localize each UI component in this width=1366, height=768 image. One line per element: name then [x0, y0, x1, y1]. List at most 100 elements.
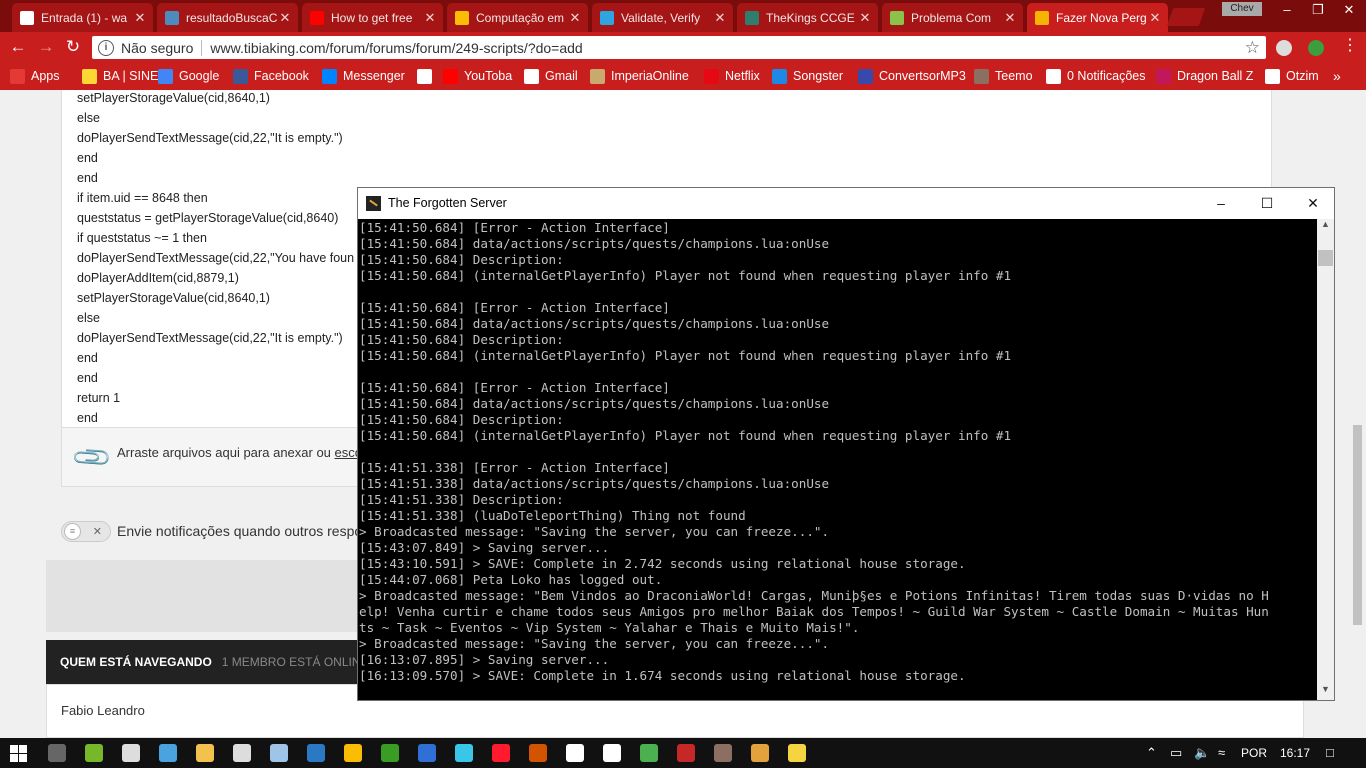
bookmark-8[interactable]: ImperiaOnline	[590, 68, 689, 84]
vscode-icon[interactable]	[307, 744, 325, 762]
bookmark-label: ConvertsorMP3	[879, 69, 966, 83]
bookmark-4[interactable]: Messenger	[322, 68, 405, 84]
utorrent-icon[interactable]	[85, 744, 103, 762]
tab-4[interactable]: Validate, Verify ✕	[592, 3, 733, 32]
tibia-icon[interactable]	[640, 744, 658, 762]
bookmark-13[interactable]: 0 Notificações	[1046, 68, 1146, 84]
tab-close-icon[interactable]: ✕	[858, 10, 872, 26]
tab-7[interactable]: Fazer Nova Perg ✕	[1027, 3, 1168, 32]
scroll-up-icon[interactable]: ▲	[1317, 219, 1334, 235]
creature-icon[interactable]	[714, 744, 732, 762]
apps-grid-icon	[10, 68, 25, 84]
tray-chevron-icon[interactable]: ⌃	[1146, 745, 1157, 761]
tab-close-icon[interactable]: ✕	[278, 10, 292, 26]
bookmarks-overflow-icon[interactable]: »	[1333, 68, 1341, 84]
scroll-down-icon[interactable]: ▼	[1317, 684, 1334, 700]
volume-icon[interactable]: 🔈	[1194, 745, 1210, 761]
console-window[interactable]: The Forgotten Server – ☐ ✕ [15:41:50.684…	[357, 187, 1335, 701]
tab-1[interactable]: resultadoBuscaC ✕	[157, 3, 298, 32]
file-explorer-small-icon[interactable]	[48, 744, 66, 762]
tab-close-icon[interactable]: ✕	[423, 10, 437, 26]
tab-title: Problema Com	[911, 10, 992, 25]
code-line: end	[77, 351, 98, 365]
address-bar[interactable]: i Não seguro www.tibiaking.com/forum/for…	[92, 36, 1266, 59]
info-icon[interactable]: i	[98, 39, 114, 56]
tab-close-icon[interactable]: ✕	[568, 10, 582, 26]
close-window-button[interactable]: ✕	[1334, 0, 1364, 20]
tab-close-icon[interactable]: ✕	[1003, 10, 1017, 26]
clock[interactable]: 16:17	[1280, 746, 1310, 760]
extension-cloud-icon[interactable]	[1276, 40, 1292, 56]
paperclip-icon: 📎	[69, 435, 114, 480]
minimize-button[interactable]: –	[1272, 0, 1302, 20]
calculator-icon[interactable]	[233, 744, 251, 762]
tab-6[interactable]: Problema Com ✕	[882, 3, 1023, 32]
who-is-browsing-title: QUEM ESTÁ NAVEGANDO	[60, 655, 212, 669]
game-icon[interactable]	[529, 744, 547, 762]
bookmark-5[interactable]	[417, 68, 438, 84]
car-icon[interactable]	[677, 744, 695, 762]
tab-close-icon[interactable]: ✕	[1148, 10, 1162, 26]
chrome-menu-icon[interactable]: ⋮	[1340, 37, 1360, 55]
bookmark-12[interactable]: Teemo	[974, 68, 1033, 84]
notifications-icon[interactable]: □	[1326, 745, 1334, 760]
new-tab-button[interactable]	[1166, 8, 1206, 26]
console-close-button[interactable]: ✕	[1290, 188, 1336, 219]
console-minimize-button[interactable]: –	[1198, 188, 1244, 219]
console-maximize-button[interactable]: ☐	[1244, 188, 1290, 219]
console-scroll-thumb[interactable]	[1318, 250, 1333, 266]
bookmark-7[interactable]: Gmail	[524, 68, 578, 84]
paint-icon[interactable]	[159, 744, 177, 762]
tab-3[interactable]: Computação em ✕	[447, 3, 588, 32]
document-icon[interactable]	[566, 744, 584, 762]
forgotten-server-icon	[366, 196, 381, 211]
photos-icon[interactable]	[270, 744, 288, 762]
chrome-icon[interactable]	[344, 744, 362, 762]
tab-0[interactable]: Entrada (1) - wa ✕	[12, 3, 153, 32]
xbox-icon[interactable]	[381, 744, 399, 762]
notes-icon[interactable]	[788, 744, 806, 762]
restore-button[interactable]: ❐	[1303, 0, 1333, 20]
notify-toggle[interactable]: ≡ ✕	[61, 520, 111, 542]
reload-button[interactable]: ↻	[63, 38, 83, 56]
bookmark-9[interactable]: Netflix	[704, 68, 760, 84]
online-member-link[interactable]: Fabio Leandro	[61, 703, 145, 718]
console-titlebar[interactable]: The Forgotten Server – ☐ ✕	[358, 188, 1334, 219]
console-output: [15:41:50.684] [Error - Action Interface…	[359, 220, 1319, 700]
language-indicator[interactable]: POR	[1241, 746, 1267, 760]
bookmark-1[interactable]: BA | SINE	[82, 68, 158, 84]
tool-icon[interactable]	[455, 744, 473, 762]
store-icon[interactable]	[122, 744, 140, 762]
folder-icon[interactable]	[196, 744, 214, 762]
q-icon	[1156, 68, 1171, 84]
tab-5[interactable]: TheKings CCGE ✕	[737, 3, 878, 32]
bookmark-3[interactable]: Facebook	[233, 68, 309, 84]
bookmark-10[interactable]: Songster	[772, 68, 843, 84]
tab-2[interactable]: How to get free ✕	[302, 3, 443, 32]
url-text[interactable]: www.tibiaking.com/forum/forums/forum/249…	[210, 40, 1244, 56]
bookmark-2[interactable]: Google	[158, 68, 219, 84]
forgotten-server-icon[interactable]	[751, 744, 769, 762]
opera-icon[interactable]	[492, 744, 510, 762]
back-button[interactable]: ←	[8, 38, 28, 56]
bookmark-11[interactable]: ConvertsorMP3	[858, 68, 966, 84]
maxthon-icon[interactable]	[418, 744, 436, 762]
tab-close-icon[interactable]: ✕	[133, 10, 147, 26]
bookmark-6[interactable]: YouToba	[443, 68, 512, 84]
tab-close-icon[interactable]: ✕	[713, 10, 727, 26]
code-line: else	[77, 111, 100, 125]
bookmark-star-icon[interactable]: ☆	[1245, 38, 1260, 58]
bookmark-14[interactable]: Dragon Ball Z	[1156, 68, 1253, 84]
notepad-icon[interactable]	[603, 744, 621, 762]
extension-shield-icon[interactable]	[1308, 40, 1324, 56]
profile-button[interactable]: Chev	[1222, 2, 1262, 16]
forward-button[interactable]: →	[36, 38, 56, 56]
page-scrollbar[interactable]	[1349, 90, 1366, 738]
bookmark-15[interactable]: Otzim	[1265, 68, 1319, 84]
network-icon[interactable]: ≈	[1218, 745, 1225, 760]
console-scrollbar[interactable]: ▲ ▼	[1317, 219, 1334, 700]
windows-start-icon[interactable]	[10, 745, 27, 762]
page-scroll-thumb[interactable]	[1353, 425, 1362, 625]
battery-icon[interactable]: ▭	[1170, 745, 1182, 761]
bookmark-0[interactable]: Apps	[10, 68, 60, 84]
